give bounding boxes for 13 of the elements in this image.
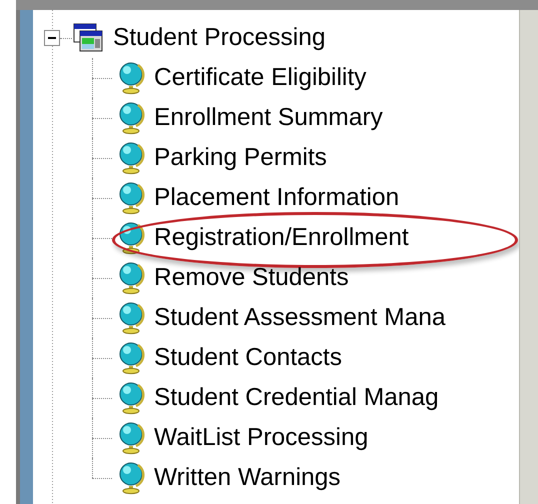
tree-item[interactable]: Student Processing xyxy=(113,24,326,52)
tree-item[interactable]: Placement Information xyxy=(154,184,400,212)
tree-item[interactable]: Student Assessment Mana xyxy=(154,304,446,332)
tree-item[interactable]: WaitList Processing xyxy=(154,424,368,452)
tree-item[interactable]: Student Credential Manag xyxy=(154,384,439,412)
tree-item[interactable]: Parking Permits xyxy=(154,144,327,172)
tree-item[interactable]: Certificate Eligibility xyxy=(154,64,366,92)
tree-item[interactable]: Student Contacts xyxy=(154,344,342,372)
tree-item[interactable]: Remove Students xyxy=(154,264,349,292)
tree-item[interactable]: Registration/Enrollment xyxy=(154,224,409,252)
collapse-toggle[interactable] xyxy=(44,30,60,46)
tree-item[interactable]: Enrollment Summary xyxy=(154,104,383,132)
tree-item[interactable]: Written Warnings xyxy=(154,464,341,492)
